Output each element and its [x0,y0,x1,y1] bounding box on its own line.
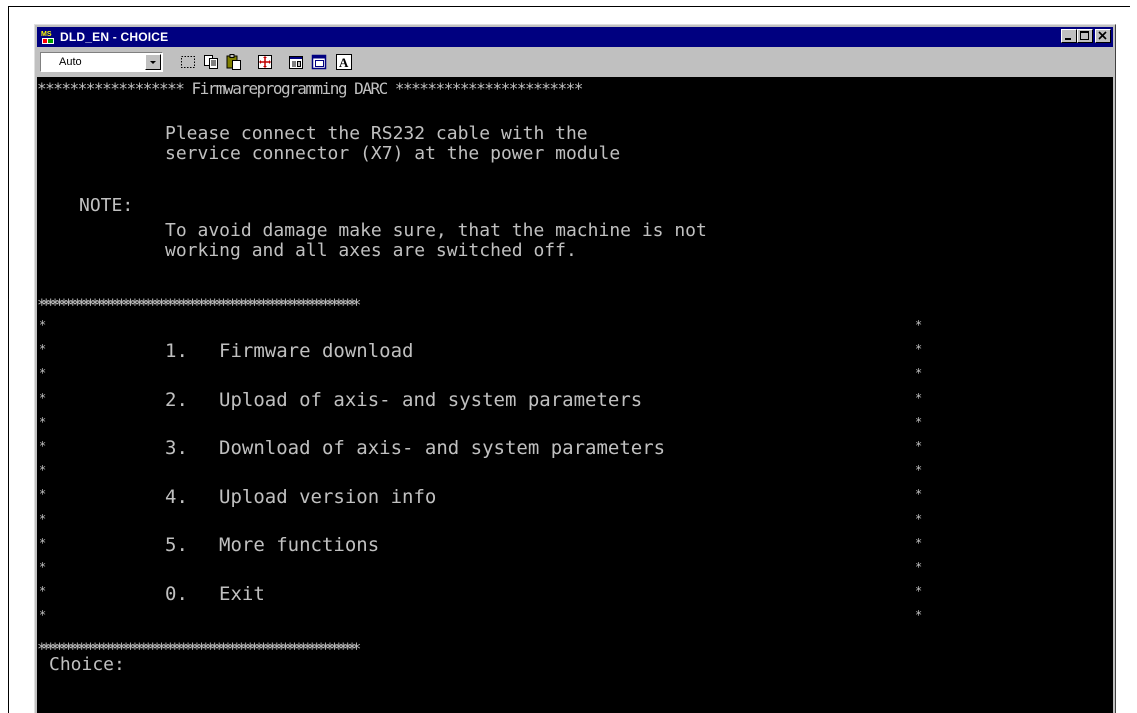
menu-item-label: Firmware download [219,340,414,362]
paste-button[interactable] [223,52,245,72]
menu-border-star: * [915,390,923,405]
menu-item-label: Upload of axis- and system parameters [219,388,643,411]
menu-item-label: Upload version info [219,485,437,508]
menu-border-star: * [39,390,47,405]
terminal-screen[interactable]: ****************** Firmwareprogramming D… [37,77,1113,713]
menu-item-label: Download of axis- and system parameters [219,437,666,459]
page-frame-left [8,6,9,713]
toolbar: Auto A [37,49,1113,75]
intro-line-1: Please connect the RS232 cable with the [165,123,588,144]
menu-border-star: * [915,584,923,599]
menu-border-star: * [39,608,47,623]
window-title: DLD_EN - CHOICE [60,30,169,44]
menu-border-star: * [39,535,47,550]
menu-item-number: 1. [165,340,188,362]
mark-button[interactable] [177,52,199,72]
menu-border-star: * [915,414,923,429]
menu-border-star: * [915,342,923,357]
background-button[interactable] [308,52,330,72]
font-size-select[interactable]: Auto [40,52,163,72]
menu-border-star: * [915,608,923,623]
properties-button[interactable] [285,52,307,72]
copy-button[interactable] [200,52,222,72]
menu-border-star: * [39,511,47,526]
menu-item-label: More functions [219,534,380,556]
menu-border-star: * [39,487,47,502]
font-size-value: Auto [59,56,82,68]
menu-border-star: * [915,439,923,453]
menu-item-number: 0. [165,582,188,605]
chevron-down-icon[interactable] [145,54,161,70]
dos-window: MS DLD_EN - CHOICE Auto A **************… [34,24,1116,713]
page-frame-top [8,6,1130,7]
font-button[interactable]: A [333,52,355,72]
menu-border-star: * [915,366,923,381]
svg-text:A: A [339,55,349,70]
note-line-2: working and all axes are switched off. [165,240,577,261]
menu-border-star: * [915,318,923,332]
menu-item-number: 4. [165,485,188,508]
menu-border-star: * [39,439,47,453]
intro-line-2: service connector (X7) at the power modu… [165,143,621,164]
menu-border-star: * [915,535,923,550]
menu-item-number: 5. [165,534,188,556]
note-label: NOTE: [79,195,134,216]
ms-dos-icon[interactable]: MS [40,29,56,45]
full-screen-button[interactable] [254,52,276,72]
menu-border-star: * [39,560,47,574]
title-bar[interactable]: MS DLD_EN - CHOICE [37,27,1113,47]
menu-border-star: * [915,463,923,478]
note-line-1: To avoid damage make sure, that the mach… [165,220,707,241]
menu-separator-top: ****************************************… [37,295,361,314]
close-button[interactable] [1095,29,1111,43]
menu-border-star: * [39,463,47,478]
menu-border-star: * [39,342,47,357]
menu-border-star: * [915,511,923,526]
choice-prompt: Choice: [49,654,125,675]
menu-item-number: 3. [165,437,188,459]
menu-border-star: * [915,560,923,574]
menu-border-star: * [39,584,47,599]
minimize-button[interactable] [1061,29,1077,43]
menu-item-number: 2. [165,388,188,411]
menu-border-star: * [39,414,47,429]
menu-border-star: * [915,487,923,502]
menu-border-star: * [39,318,47,332]
header-line: ****************** Firmwareprogramming D… [37,79,583,98]
maximize-button[interactable] [1077,29,1093,43]
menu-item-label: Exit [219,582,265,605]
menu-border-star: * [39,366,47,381]
svg-text:MS: MS [41,31,52,38]
